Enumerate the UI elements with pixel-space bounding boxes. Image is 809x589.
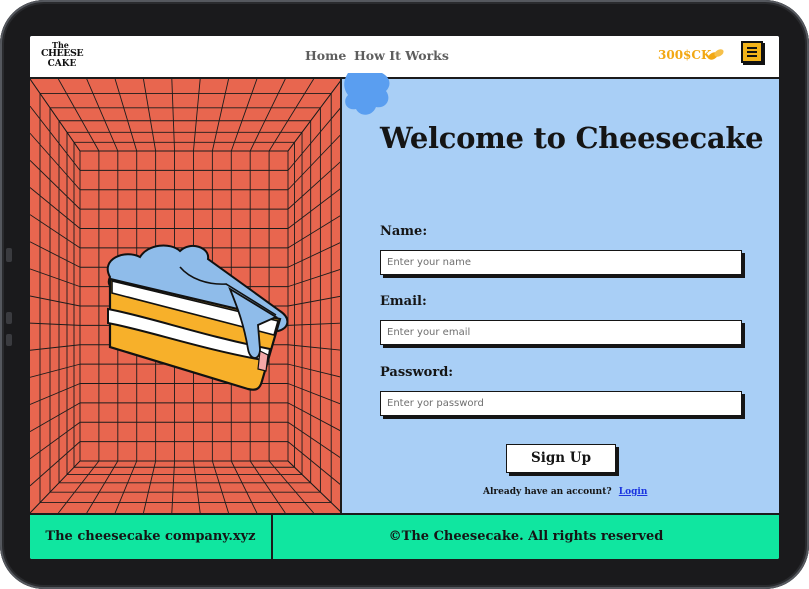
hamburger-icon (747, 47, 757, 49)
footer-company-link[interactable]: The cheesecake company.xyz (30, 515, 273, 559)
nav-link-how-it-works[interactable]: How It Works (354, 48, 449, 63)
logo-text-bottom: CAKE (47, 59, 77, 69)
password-field[interactable] (380, 391, 742, 416)
name-label: Name: (380, 224, 428, 239)
email-label: Email: (380, 294, 427, 309)
footer: The cheesecake company.xyz ©The Cheeseca… (30, 513, 779, 559)
name-field[interactable] (380, 250, 742, 275)
top-navbar: The CHEESE CAKE Home How It Works 300$CK (30, 36, 779, 79)
illustration-panel (30, 79, 342, 513)
signup-panel: Welcome to Cheesecake Name: Email: Passw… (342, 73, 779, 513)
token-balance: 300$CK (658, 48, 712, 62)
sign-up-button[interactable]: Sign Up (506, 444, 616, 473)
tablet-side-button (6, 334, 12, 346)
tablet-side-button (6, 248, 12, 262)
tablet-side-button (6, 312, 12, 324)
login-prompt: Already have an account? Login (483, 487, 647, 497)
hamburger-menu-button[interactable] (741, 41, 763, 63)
app-screen: The CHEESE CAKE Home How It Works 300$CK (30, 36, 779, 559)
coin-icon (708, 49, 724, 60)
tablet-frame: The CHEESE CAKE Home How It Works 300$CK (0, 0, 809, 589)
grid-room-illustration (30, 79, 340, 513)
hamburger-icon (747, 55, 757, 57)
already-account-text: Already have an account? (483, 487, 612, 497)
login-link[interactable]: Login (619, 487, 648, 497)
email-field[interactable] (380, 320, 742, 345)
brand-logo[interactable]: The CHEESE CAKE (40, 40, 84, 74)
logo-text-middle: CHEESE (40, 48, 84, 59)
password-label: Password: (380, 365, 454, 380)
hamburger-icon (747, 51, 757, 53)
flower-blob-decoration (344, 73, 390, 115)
page-title: Welcome to Cheesecake (380, 121, 764, 155)
footer-copyright: ©The Cheesecake. All rights reserved (388, 529, 664, 544)
nav-link-home[interactable]: Home (305, 48, 346, 63)
